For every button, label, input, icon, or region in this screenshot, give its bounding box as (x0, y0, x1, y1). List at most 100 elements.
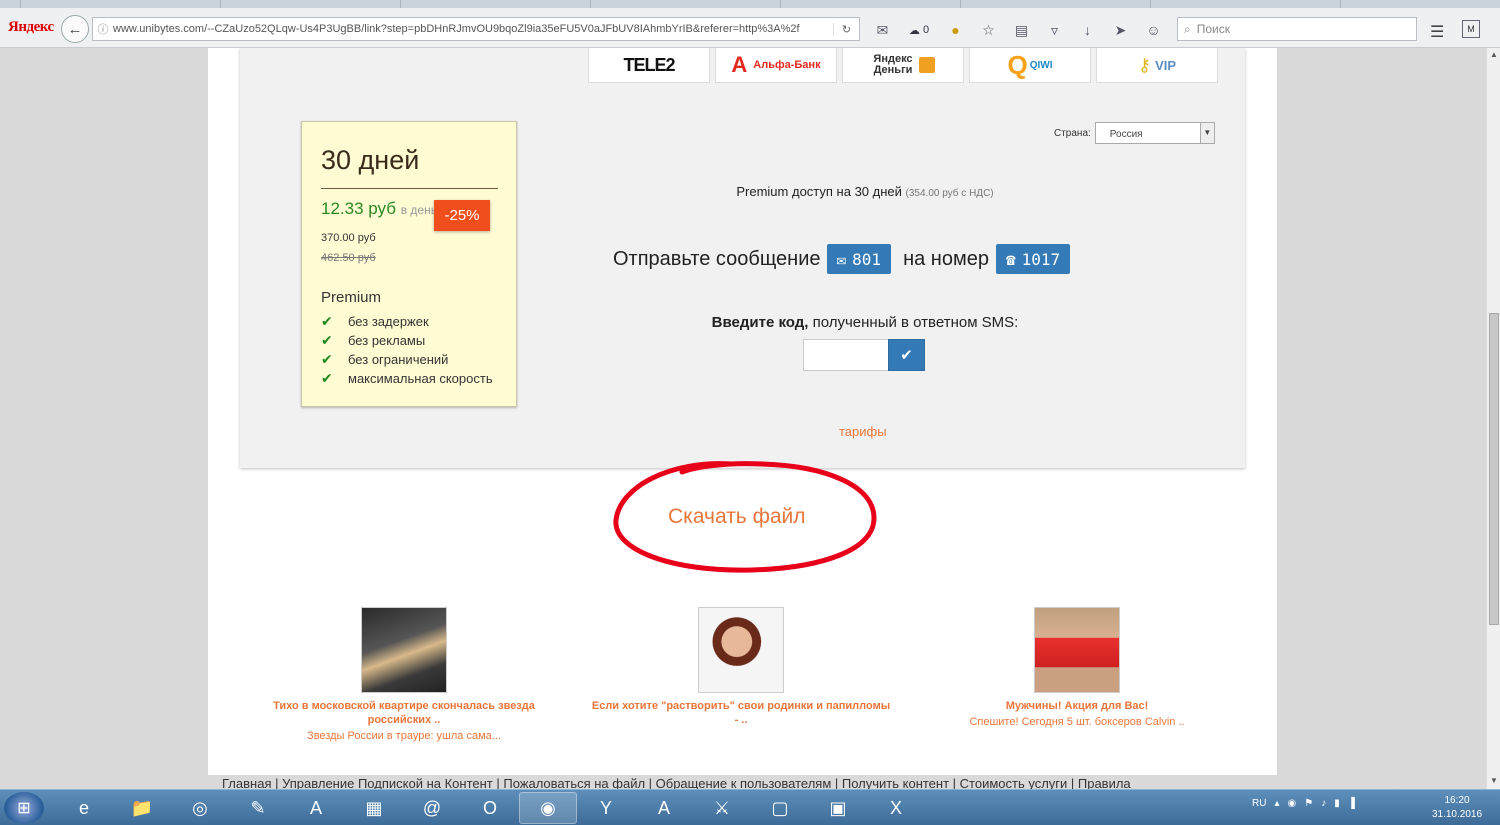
browser-tab[interactable] (20, 0, 180, 8)
payment-qiwi[interactable]: Q QIWI (969, 48, 1091, 83)
browser-tab[interactable] (780, 0, 940, 8)
extension-menu-icon[interactable]: M (1462, 20, 1480, 38)
clipboard-icon[interactable]: ▤ (1005, 20, 1038, 40)
tariffs-link[interactable]: тарифы (839, 424, 887, 439)
clock-date: 31.10.2016 (1431, 809, 1483, 820)
clock-time: 16:20 (1444, 795, 1470, 806)
news-title[interactable]: Если хотите "растворить" свои родинки и … (591, 699, 891, 727)
address-bar[interactable]: ⓘ www.unibytes.com/--CZaUzo52QLqw-Us4P3U… (92, 17, 860, 41)
extension-icon[interactable]: ● (939, 20, 972, 40)
icq-icon[interactable]: @ (403, 792, 461, 824)
footer-links[interactable]: Главная | Управление Подпиской на Контен… (222, 776, 1131, 789)
scrollbar-thumb[interactable] (1489, 313, 1499, 625)
power-icon[interactable]: ▮ (1334, 798, 1340, 809)
news-item[interactable]: Тихо в московской квартире скончалась зв… (254, 607, 554, 742)
volume-icon[interactable]: ♪ (1321, 798, 1326, 809)
office-icon[interactable]: ▣ (809, 792, 867, 824)
news-thumbnail[interactable] (698, 607, 784, 693)
sms-code-input[interactable] (803, 339, 889, 371)
search-box[interactable]: ⌕ Поиск (1177, 17, 1417, 41)
firefox-icon[interactable]: ◉ (519, 792, 577, 824)
taskbar-apps: e 📁 ◎ ✎ A ▦ @ O ◉ Y A ⚔ ▢ ▣ X (55, 792, 925, 824)
plan-card[interactable]: 30 дней 12.33 руб в день 370.00 руб 462.… (301, 121, 517, 407)
page-content: TELE2 A Альфа-Банк Яндекс Деньги Q QIWI ⚷ V… (208, 48, 1277, 775)
browser-tab[interactable] (1150, 0, 1310, 8)
phone-number-badge: ☎ 1017 (995, 244, 1071, 274)
news-item[interactable]: Если хотите "растворить" свои родинки и … (591, 607, 891, 730)
premium-text: Premium доступ на 30 дней (736, 184, 902, 199)
news-thumbnail[interactable] (361, 607, 447, 693)
country-selector: Страна: Россия ▼ (1054, 122, 1215, 144)
yandex-browser-icon[interactable]: Y (577, 792, 635, 824)
payment-tele2[interactable]: TELE2 (588, 48, 710, 83)
check-icon: ✔ (321, 370, 333, 386)
mail-icon[interactable]: ✉ (866, 20, 899, 40)
browser-tab[interactable] (400, 0, 560, 8)
sms-instruction: Отправьте сообщение ✉ 801 на номер ☎ 1017 (613, 244, 1071, 274)
search-icon: ⌕ (1184, 21, 1191, 36)
news-title[interactable]: Тихо в московской квартире скончалась зв… (254, 699, 554, 727)
plan-price: 370.00 руб (321, 232, 376, 244)
document-app-icon[interactable]: ▢ (751, 792, 809, 824)
tab-strip (0, 0, 1500, 8)
news-thumbnail[interactable] (1034, 607, 1120, 693)
pocket-icon[interactable]: ▿ (1038, 20, 1071, 40)
payment-panel: TELE2 A Альфа-Банк Яндекс Деньги Q QIWI ⚷ V… (240, 48, 1245, 468)
phone-icon: ☎ (1005, 249, 1016, 269)
download-icon[interactable]: ↓ (1071, 20, 1104, 40)
menu-icon[interactable]: ☰ (1430, 22, 1444, 42)
payment-alfa[interactable]: A Альфа-Банк (715, 48, 837, 83)
feature-item: ✔ без ограничений (321, 350, 497, 369)
browser-tab[interactable] (220, 0, 380, 8)
news-title[interactable]: Мужчины! Акция для Вас! (927, 699, 1227, 713)
news-desc[interactable]: Спешите! Сегодня 5 шт. боксеров Calvin .… (927, 716, 1227, 728)
alfa-logo-icon: A (731, 52, 748, 77)
flag-icon[interactable]: ⚑ (1304, 798, 1313, 809)
browser-brand[interactable]: Яндекс (8, 19, 54, 36)
signal-icon[interactable]: ▐ (1348, 798, 1355, 809)
plan-title: Premium (321, 289, 382, 306)
scroll-down-icon[interactable]: ▼ (1490, 776, 1498, 785)
send-icon[interactable]: ➤ (1104, 20, 1137, 40)
tray-expand-icon[interactable]: ▴ (1274, 798, 1279, 809)
submit-code-button[interactable]: ✔ (888, 339, 925, 371)
reload-icon[interactable]: ↻ (833, 22, 859, 36)
folder-icon[interactable]: 📁 (113, 792, 171, 824)
browser-tab[interactable] (1340, 0, 1500, 8)
world-of-tanks-icon[interactable]: ⚔ (693, 792, 751, 824)
news-desc[interactable]: Звезды России в трауре: ушла сама... (254, 730, 554, 742)
wallet-icon (919, 57, 935, 73)
price-suffix: в день (400, 203, 437, 217)
scroll-up-icon[interactable]: ▲ (1490, 50, 1498, 59)
info-icon[interactable]: ⓘ (93, 21, 113, 37)
browser-tab[interactable] (590, 0, 750, 8)
news-item[interactable]: Мужчины! Акция для Вас! Спешите! Сегодня… (927, 607, 1227, 728)
country-select[interactable]: Россия ▼ (1094, 122, 1215, 144)
ie-icon[interactable]: e (55, 792, 113, 824)
sms-code-badge: ✉ 801 (826, 244, 892, 274)
chrome-icon[interactable]: ◎ (171, 792, 229, 824)
back-button[interactable]: ← (61, 15, 89, 43)
paint-icon[interactable]: ✎ (229, 792, 287, 824)
browser-tab[interactable] (960, 0, 1120, 8)
country-value: Россия (1109, 129, 1143, 140)
payment-vip[interactable]: ⚷ VIP (1096, 48, 1218, 83)
payment-yandex-money[interactable]: Яндекс Деньги (842, 48, 964, 83)
autocad-icon[interactable]: A (635, 792, 693, 824)
weather-icon[interactable]: ☁ 0 (899, 20, 939, 40)
calculator-icon[interactable]: ▦ (345, 792, 403, 824)
browser-toolbar: Яндекс ← ⓘ www.unibytes.com/--CZaUzo52QL… (0, 8, 1500, 48)
language-indicator[interactable]: RU (1252, 798, 1266, 809)
star-icon[interactable]: ☆ (972, 20, 1005, 40)
vertical-scrollbar[interactable]: ▲ ▼ (1486, 48, 1500, 789)
excel-icon[interactable]: X (867, 792, 925, 824)
url-text[interactable]: www.unibytes.com/--CZaUzo52QLqw-Us4P3UgB… (113, 23, 833, 35)
start-button[interactable]: ⊞ (4, 792, 44, 824)
chat-icon[interactable]: ☺ (1137, 20, 1170, 40)
network-icon[interactable]: ◉ (1287, 798, 1296, 809)
download-file-link[interactable]: Скачать файл (668, 505, 806, 529)
clock[interactable]: 16:20 31.10.2016 (1422, 794, 1492, 822)
opera-icon[interactable]: O (461, 792, 519, 824)
chevron-down-icon[interactable]: ▼ (1199, 123, 1214, 143)
calc-app-icon[interactable]: A (287, 792, 345, 824)
